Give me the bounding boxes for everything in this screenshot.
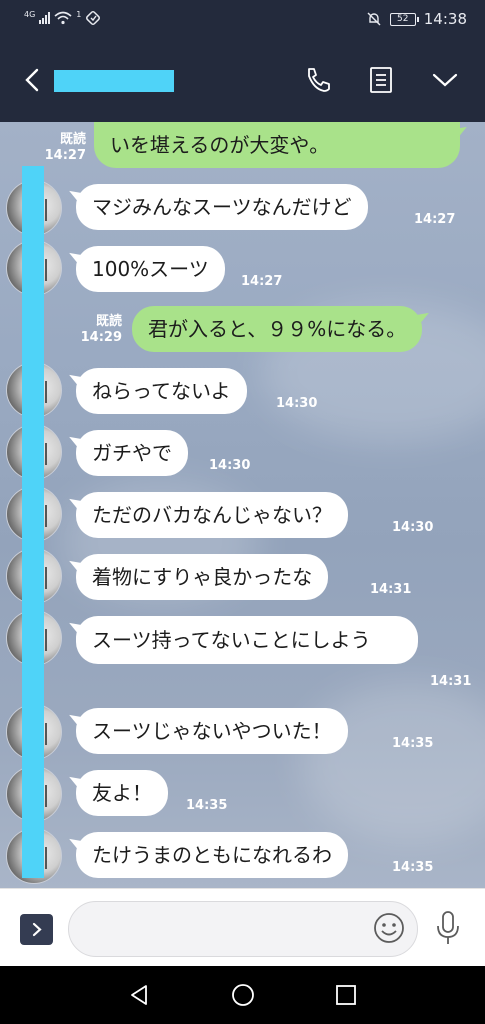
battery-icon: 52 [389,12,419,26]
message-time: 14:30 [209,458,251,473]
message-bubble-incoming[interactable]: 着物にすりゃ良かったな [76,554,329,600]
mute-bell-icon [367,12,381,26]
clock: 14:38 [423,10,467,28]
status-left: 4G 1 [24,10,101,26]
message-time: 14:27 [44,148,86,163]
message-input[interactable] [68,901,418,957]
message-time: 14:31 [430,674,472,689]
read-label: 既読 [59,132,86,147]
message-input-bar [0,888,485,966]
message-time: 14:27 [241,274,283,289]
home-circle-icon[interactable] [230,982,256,1008]
message-bubble-incoming[interactable]: ガチやで [76,430,188,476]
status-bar: 4G 1 52 14:38 [0,0,485,40]
message-time: 14:29 [80,330,122,345]
chevron-down-icon[interactable] [430,64,460,96]
message-time: 14:30 [276,396,318,411]
network-type: 4G [24,9,36,19]
message-bubble-outgoing[interactable]: いを堪えるのが大変や。 [94,122,460,168]
message-bubble-outgoing[interactable]: 君が入ると、９９%になる。 [132,306,423,352]
chat-area[interactable]: 既読 14:27 いを堪えるのが大変や。 マジみんなスーツなんだけど 14:27… [0,122,485,888]
message-bubble-incoming[interactable]: ただのバカなんじゃない？ [76,492,348,538]
message-time: 14:35 [186,798,228,813]
message-bubble-incoming[interactable]: スーツじゃないやついた！ [76,708,348,754]
phone-icon[interactable] [302,64,332,96]
avatar-redaction [22,166,44,878]
recents-square-icon[interactable] [333,982,359,1008]
message-bubble-incoming[interactable]: スーツ持ってないことにしよう [76,616,418,664]
chat-header [0,40,485,122]
message-bubble-incoming[interactable]: 友よ！ [76,770,168,816]
sync-icon [86,11,101,25]
smiley-icon[interactable] [372,911,406,945]
message-time: 14:27 [414,212,456,227]
microphone-icon[interactable] [434,909,462,947]
read-receipt: 既読 14:27 [40,132,86,164]
message-bubble-incoming[interactable]: マジみんなスーツなんだけど [76,184,368,230]
wifi-icon [54,11,72,25]
background-cloud [300,682,485,842]
message-bubble-incoming[interactable]: ねらってないよ [76,368,247,414]
chevron-right-icon [32,922,42,937]
system-navigation-bar [0,966,485,1024]
back-icon[interactable] [20,64,44,96]
message-time: 14:35 [392,736,434,751]
message-bubble-incoming[interactable]: 100%スーツ [76,246,225,292]
signal-icon [39,12,51,24]
status-right: 52 14:38 [366,10,467,28]
wifi-badge: 1 [76,9,82,19]
message-time: 14:30 [392,520,434,535]
expand-button[interactable] [20,914,53,945]
message-time: 14:31 [370,582,412,597]
read-receipt: 既読 14:29 [76,314,122,346]
message-bubble-incoming[interactable]: たけうまのともになれるわ [76,832,348,878]
message-time: 14:35 [392,860,434,875]
note-icon[interactable] [366,64,396,96]
read-label: 既読 [95,314,122,329]
contact-name-redacted [54,70,174,92]
back-triangle-icon[interactable] [126,982,152,1008]
